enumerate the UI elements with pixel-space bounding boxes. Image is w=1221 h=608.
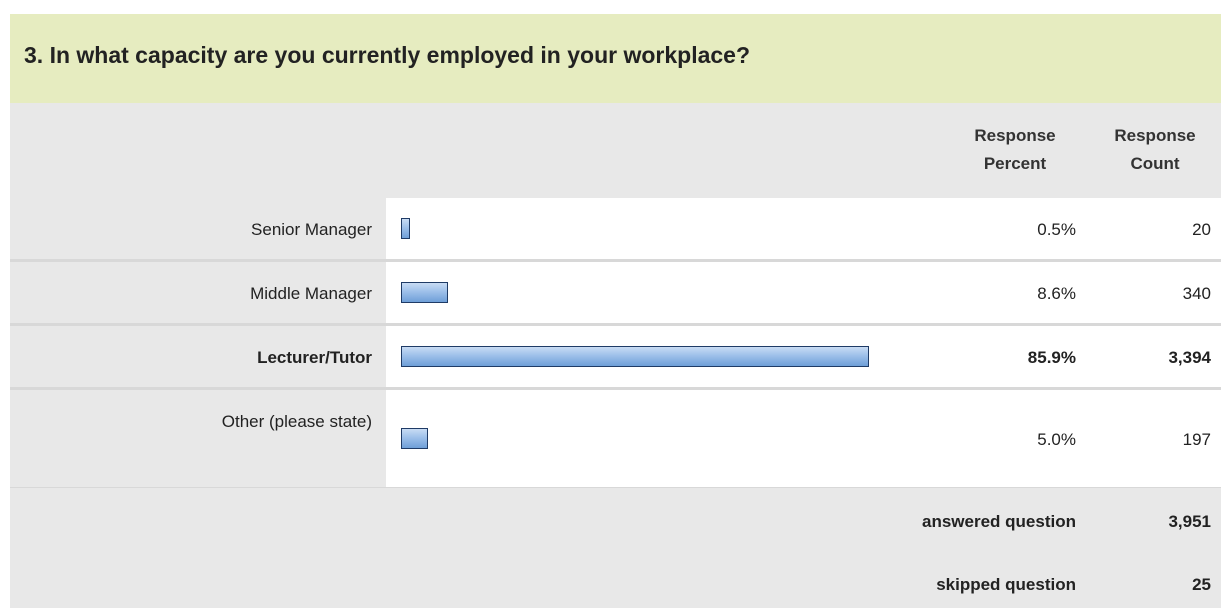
response-percent-value: 8.6% — [1037, 284, 1076, 303]
answered-question-value: 3,951 — [1168, 512, 1211, 531]
row-bar-cell — [386, 198, 1221, 260]
response-bar — [401, 428, 428, 449]
response-percent-header-line2: Percent — [983, 154, 1047, 173]
response-count-value: 20 — [1192, 220, 1211, 239]
response-percent-value: 85.9% — [1027, 348, 1076, 367]
response-count-value: 3,394 — [1168, 348, 1211, 367]
row-bar-cell — [386, 390, 1221, 488]
response-count-value: 197 — [1182, 430, 1211, 449]
answered-question-label: answered question — [922, 512, 1076, 531]
answer-label: Senior Manager — [251, 220, 372, 239]
response-bar — [401, 218, 410, 239]
answer-label: Middle Manager — [250, 284, 372, 303]
response-percent-header-line1: Response — [974, 126, 1056, 145]
question-title: 3. In what capacity are you currently em… — [24, 42, 751, 68]
skipped-question-label: skipped question — [936, 575, 1076, 594]
response-percent-value: 5.0% — [1037, 430, 1076, 449]
response-bar — [401, 346, 869, 367]
answer-label: Other (please state) — [221, 412, 372, 431]
response-count-header-line1: Response — [1114, 126, 1196, 145]
survey-result-panel: 3. In what capacity are you currently em… — [0, 0, 1221, 608]
response-count-header-line2: Count — [1130, 154, 1180, 173]
response-bar — [401, 282, 448, 303]
response-count-value: 340 — [1182, 284, 1211, 303]
answer-label: Lecturer/Tutor — [257, 348, 372, 367]
row-label-cell — [10, 390, 386, 488]
response-count-header: Response Count — [1100, 122, 1210, 178]
skipped-question-value: 25 — [1192, 575, 1211, 594]
row-bar-cell — [386, 262, 1221, 324]
response-percent-value: 0.5% — [1037, 220, 1076, 239]
response-percent-header: Response Percent — [955, 122, 1075, 178]
